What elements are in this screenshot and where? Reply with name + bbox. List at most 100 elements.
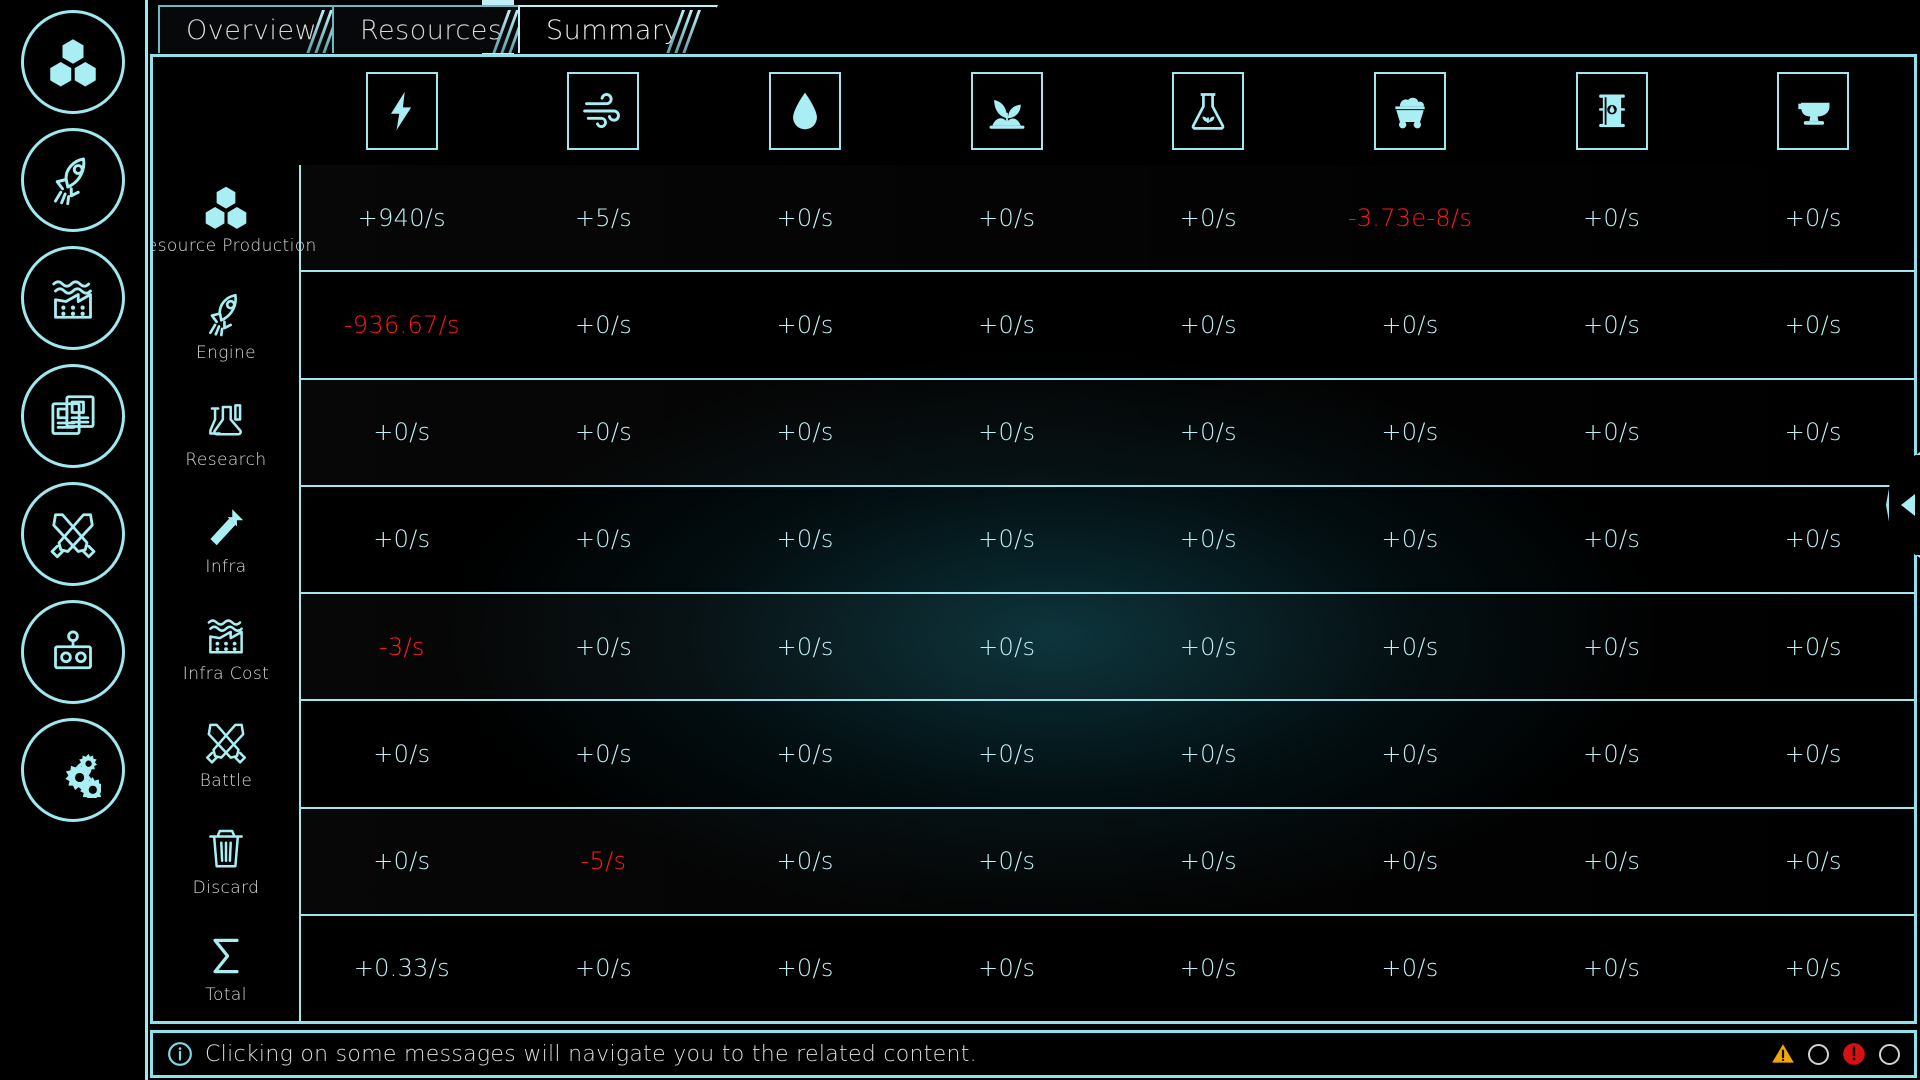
factory-icon: [201, 610, 251, 660]
sidebar-item-cards[interactable]: [21, 364, 125, 468]
table-row[interactable]: -3/s +0/s +0/s +0/s +0/s +0/s +0/s +0/s: [301, 592, 1914, 699]
row-label-discard[interactable]: Discard: [153, 807, 299, 914]
column-header-biofuel[interactable]: [1108, 57, 1310, 165]
table-cell: +0/s: [503, 311, 705, 339]
wind-icon: [581, 89, 625, 133]
table-cell: +0/s: [1108, 311, 1310, 339]
table-row[interactable]: +940/s +5/s +0/s +0/s +0/s -3.73e-8/s +0…: [301, 165, 1914, 270]
row-label-text: Total: [205, 985, 247, 1005]
table-cell: +0/s: [704, 740, 906, 768]
table-cell: +0/s: [1108, 418, 1310, 446]
table-cell: +0/s: [1309, 525, 1511, 553]
table-cell: -936.67/s: [301, 311, 503, 339]
sidebar-item-engine[interactable]: [21, 128, 125, 232]
sidebar-item-infrastructure[interactable]: [21, 246, 125, 350]
anvil-icon: [1791, 89, 1835, 133]
row-label-text: Engine: [196, 343, 256, 363]
circle-icon[interactable]: [1879, 1044, 1900, 1065]
row-label-infra-cost[interactable]: Infra Cost: [153, 593, 299, 700]
table-cell: +0/s: [1309, 418, 1511, 446]
row-label-engine[interactable]: Engine: [153, 272, 299, 379]
sidebar-item-battle[interactable]: [21, 482, 125, 586]
status-message[interactable]: Clicking on some messages will navigate …: [205, 1042, 1758, 1067]
research-icon: [201, 396, 251, 446]
table-cell: +0/s: [906, 954, 1108, 982]
row-label-text: Discard: [193, 878, 260, 898]
column-header-oil[interactable]: [1511, 57, 1713, 165]
row-label-infra[interactable]: Infra: [153, 486, 299, 593]
table-cell: +0/s: [1108, 204, 1310, 232]
table-cell: +0/s: [1712, 740, 1914, 768]
row-label-resource-production[interactable]: Resource Production: [153, 165, 299, 272]
table-cell: +0/s: [503, 525, 705, 553]
table-cell: +0/s: [704, 525, 906, 553]
crossed-swords-icon: [201, 717, 251, 767]
sidebar-item-settings[interactable]: [21, 718, 125, 822]
table-cell: +0/s: [1309, 740, 1511, 768]
table-cell: +0/s: [301, 525, 503, 553]
column-header-ore[interactable]: [1309, 57, 1511, 165]
table-cell: +0/s: [503, 633, 705, 661]
info-icon[interactable]: [167, 1041, 193, 1067]
table-cell: +0/s: [906, 204, 1108, 232]
column-header-wind[interactable]: [503, 57, 705, 165]
table-cell: +5/s: [503, 204, 705, 232]
column-header-water[interactable]: [704, 57, 906, 165]
tab-resources-label: Resources: [360, 15, 502, 46]
tab-bar: Overview Resources Summary: [150, 0, 1920, 58]
table-row[interactable]: +0/s -5/s +0/s +0/s +0/s +0/s +0/s +0/s: [301, 807, 1914, 914]
table-cell: +0/s: [1712, 847, 1914, 875]
column-header-plants[interactable]: [906, 57, 1108, 165]
table-cell: +0/s: [1511, 954, 1713, 982]
row-label-text: Infra Cost: [183, 664, 269, 684]
table-cell: +0/s: [906, 740, 1108, 768]
table-cell: +0/s: [1108, 633, 1310, 661]
flask-icon: [1186, 89, 1230, 133]
sidebar-item-resources[interactable]: [21, 10, 125, 114]
row-label-text: Battle: [200, 771, 252, 791]
tab-resources[interactable]: Resources: [332, 5, 544, 53]
table-cell: +0/s: [1108, 740, 1310, 768]
table-cell: +0/s: [1511, 418, 1713, 446]
row-label-battle[interactable]: Battle: [153, 700, 299, 807]
row-label-research[interactable]: Research: [153, 379, 299, 486]
tab-summary[interactable]: Summary: [518, 5, 718, 53]
table-cell: +0/s: [1108, 954, 1310, 982]
table-cell: +0/s: [1712, 633, 1914, 661]
table-cell: +0/s: [906, 311, 1108, 339]
status-bar: Clicking on some messages will navigate …: [150, 1030, 1917, 1078]
resource-column-header: [301, 57, 1914, 165]
column-header-energy[interactable]: [301, 57, 503, 165]
table-row[interactable]: +0/s +0/s +0/s +0/s +0/s +0/s +0/s +0/s: [301, 485, 1914, 592]
table-cell: +0/s: [1712, 418, 1914, 446]
table-cell: -3.73e-8/s: [1309, 204, 1511, 232]
table-cell: +0/s: [1712, 954, 1914, 982]
sidebar-item-automation[interactable]: [21, 600, 125, 704]
table-row[interactable]: +0/s +0/s +0/s +0/s +0/s +0/s +0/s +0/s: [301, 699, 1914, 806]
table-cell: +0/s: [704, 633, 906, 661]
factory-icon: [45, 270, 101, 326]
tab-overview[interactable]: Overview: [158, 5, 358, 53]
robot-icon: [45, 624, 101, 680]
table-cell: +0/s: [301, 740, 503, 768]
table-cell: +940/s: [301, 204, 503, 232]
warning-icon[interactable]: [1770, 1041, 1796, 1067]
table-row[interactable]: -936.67/s +0/s +0/s +0/s +0/s +0/s +0/s …: [301, 270, 1914, 377]
table-cell: +0/s: [1108, 847, 1310, 875]
table-cell: -3/s: [301, 633, 503, 661]
chevron-left-icon: [1901, 494, 1915, 516]
lightning-icon: [380, 89, 424, 133]
seedling-icon: [985, 89, 1029, 133]
table-row[interactable]: +0/s +0/s +0/s +0/s +0/s +0/s +0/s +0/s: [301, 378, 1914, 485]
table-cell: +0/s: [704, 311, 906, 339]
table-cell: +0/s: [1712, 204, 1914, 232]
circle-icon[interactable]: [1808, 1044, 1829, 1065]
row-label-total[interactable]: Total: [153, 914, 299, 1021]
tab-overview-label: Overview: [186, 15, 317, 46]
error-icon[interactable]: [1841, 1041, 1867, 1067]
table-row[interactable]: +0.33/s +0/s +0/s +0/s +0/s +0/s +0/s +0…: [301, 914, 1914, 1021]
table-cell: +0/s: [906, 418, 1108, 446]
table-cell: +0/s: [704, 418, 906, 446]
column-header-metal[interactable]: [1712, 57, 1914, 165]
table-cell: +0/s: [704, 954, 906, 982]
